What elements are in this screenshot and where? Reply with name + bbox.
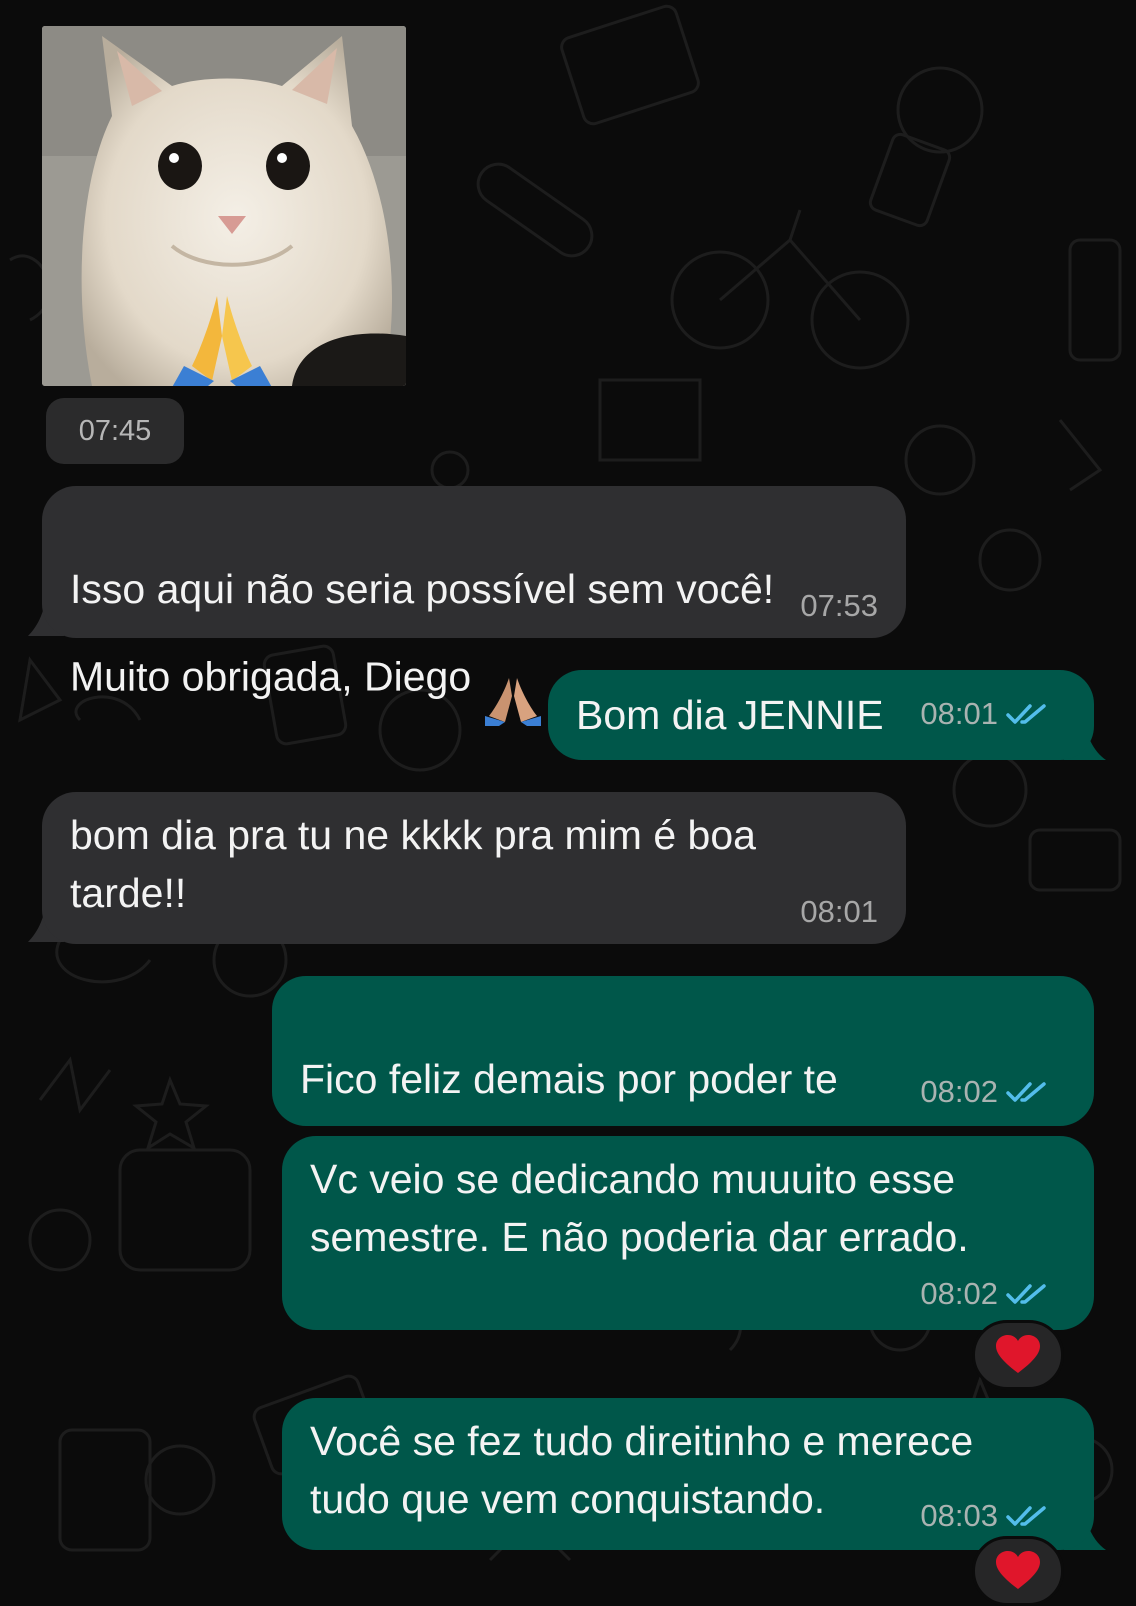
read-ticks-icon (1006, 1284, 1046, 1304)
folded-hands-emoji (481, 618, 546, 741)
message-outgoing-2[interactable]: Fico feliz demais por poder te Ajudar . … (272, 976, 1094, 1216)
message-outgoing-3[interactable]: Vc veio se dedicando muuuito esse semest… (282, 1136, 1094, 1330)
message-text: Vc veio se dedicando muuuito esse semest… (310, 1156, 969, 1260)
message-time: 08:02 (920, 1074, 998, 1109)
message-time: 08:01 (800, 894, 878, 929)
message-incoming-2[interactable]: bom dia pra tu ne kkkk pra mim é boa tar… (42, 792, 906, 944)
message-outgoing-1[interactable]: Bom dia JENNIE 08:01 (548, 670, 1094, 760)
heart-icon (996, 1335, 1040, 1373)
sticker-timestamp: 07:45 (46, 398, 184, 464)
heart-icon (996, 1551, 1040, 1589)
message-text: Bom dia JENNIE (576, 692, 884, 738)
message-time: 08:02 (920, 1276, 998, 1311)
reaction-badge[interactable] (972, 1320, 1064, 1390)
message-time: 08:03 (920, 1498, 998, 1533)
read-ticks-icon (1006, 1506, 1046, 1526)
message-text: bom dia pra tu ne kkkk pra mim é boa tar… (70, 812, 756, 916)
message-outgoing-4[interactable]: Você se fez tudo direitinho e merece tud… (282, 1398, 1094, 1550)
message-time: 07:53 (800, 588, 878, 623)
cat-sticker-image (42, 26, 406, 386)
message-incoming-1[interactable]: Isso aqui não seria possível sem você! M… (42, 486, 906, 726)
reaction-badge[interactable] (972, 1536, 1064, 1606)
message-text: Você se fez tudo direitinho e merece tud… (310, 1418, 974, 1522)
cat-sticker[interactable] (42, 26, 406, 386)
message-time: 08:01 (920, 696, 998, 731)
read-ticks-icon (1006, 704, 1046, 724)
read-ticks-icon (1006, 1082, 1046, 1102)
chat-area[interactable]: 07:45 Isso aqui não seria possível sem v… (0, 0, 1136, 1606)
